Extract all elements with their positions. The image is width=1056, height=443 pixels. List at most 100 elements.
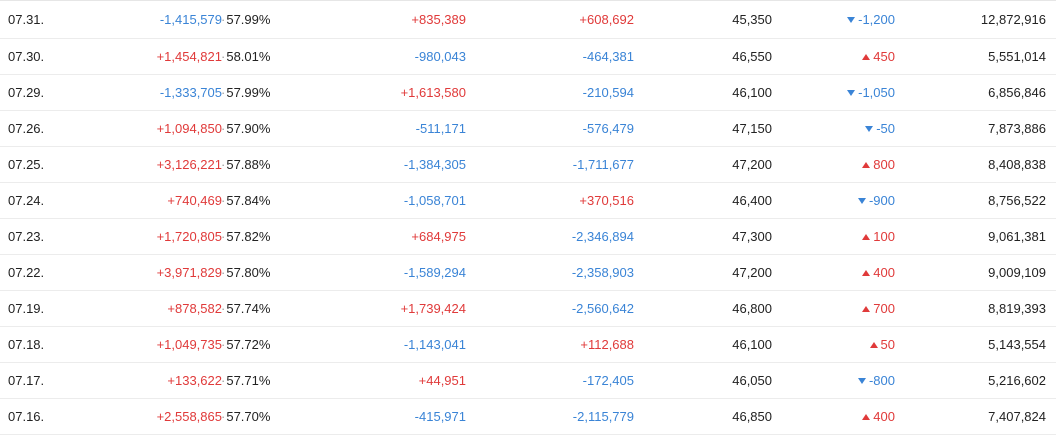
institution-net-cell: -511,171 — [415, 121, 466, 136]
foreign-ratio-value: 57.74% — [226, 301, 271, 316]
foreign-ratio-value: 57.90% — [226, 121, 271, 136]
price-change-cell: 450 — [862, 39, 895, 74]
institution-net-cell: -1,058,701 — [403, 193, 466, 208]
individual-net-cell: -210,594 — [582, 85, 634, 100]
date-cell: 07.25. — [8, 157, 45, 172]
close-price-cell: 47,150 — [732, 121, 772, 136]
foreign-ratio-value: 57.71% — [226, 373, 271, 388]
date-cell: 07.23. — [8, 229, 45, 244]
institution-net-cell: +1,739,424 — [400, 301, 466, 316]
table-row[interactable]: 07.23. +1,720,805 · 57.82% +684,975 -2,34… — [0, 219, 1056, 255]
table-row[interactable]: 07.29. -1,333,705 · 57.99% +1,613,580 -21… — [0, 75, 1056, 111]
separator-dot: · — [221, 12, 226, 27]
price-change-value: 700 — [873, 301, 895, 316]
foreign-net-cell: +1,454,821 — [156, 49, 222, 64]
foreign-net-cell: +1,049,735 — [156, 337, 222, 352]
table-row[interactable]: 07.24. +740,469 · 57.84% -1,058,701 +370,… — [0, 183, 1056, 219]
foreign-ratio-cell: · 57.99% — [220, 75, 270, 110]
separator-dot: · — [221, 49, 226, 64]
table-row[interactable]: 07.30. +1,454,821 · 58.01% -980,043 -464,… — [0, 39, 1056, 75]
separator-dot: · — [221, 373, 226, 388]
volume-cell: 6,856,846 — [988, 85, 1046, 100]
table-row[interactable]: 07.18. +1,049,735 · 57.72% -1,143,041 +11… — [0, 327, 1056, 363]
price-change-value: 450 — [873, 49, 895, 64]
price-change-value: -50 — [876, 121, 895, 136]
foreign-ratio-value: 58.01% — [226, 49, 271, 64]
price-change-value: 800 — [873, 157, 895, 172]
individual-net-cell: +112,688 — [580, 337, 634, 352]
date-cell: 07.22. — [8, 265, 45, 280]
institution-net-cell: -415,971 — [414, 409, 466, 424]
table-row[interactable]: 07.17. +133,622 · 57.71% +44,951 -172,405… — [0, 363, 1056, 399]
foreign-net-cell: +133,622 — [167, 373, 222, 388]
separator-dot: · — [221, 121, 226, 136]
price-change-value: 400 — [873, 265, 895, 280]
close-price-cell: 45,350 — [732, 12, 772, 27]
date-cell: 07.29. — [8, 85, 45, 100]
price-change-value: -800 — [868, 373, 895, 388]
price-change-cell: -900 — [857, 183, 895, 218]
price-change-value: -900 — [868, 193, 895, 208]
date-cell: 07.24. — [8, 193, 45, 208]
table-row[interactable]: 07.25. +3,126,221 · 57.88% -1,384,305 -1,… — [0, 147, 1056, 183]
price-change-value: 50 — [880, 337, 895, 352]
foreign-net-cell: +3,126,221 — [156, 157, 222, 172]
foreign-ratio-cell: · 57.82% — [220, 219, 270, 254]
separator-dot: · — [221, 337, 226, 352]
triangle-up-icon — [862, 53, 871, 60]
price-change-cell: 100 — [862, 219, 895, 254]
table-row[interactable]: 07.22. +3,971,829 · 57.80% -1,589,294 -2,… — [0, 255, 1056, 291]
price-change-value: -1,050 — [858, 85, 895, 100]
volume-cell: 7,407,824 — [988, 409, 1046, 424]
volume-cell: 5,143,554 — [988, 337, 1046, 352]
institution-net-cell: +1,613,580 — [400, 85, 466, 100]
volume-cell: 9,061,381 — [988, 229, 1046, 244]
price-change-cell: 700 — [862, 291, 895, 326]
foreign-net-cell: -1,415,579 — [159, 12, 222, 27]
individual-net-cell: -2,358,903 — [571, 265, 634, 280]
close-price-cell: 46,550 — [732, 49, 772, 64]
foreign-net-cell: +1,094,850 — [156, 121, 222, 136]
table-row[interactable]: 07.16. +2,558,865 · 57.70% -415,971 -2,11… — [0, 399, 1056, 435]
foreign-ratio-cell: · 57.74% — [220, 291, 270, 326]
table-row[interactable]: 07.26. +1,094,850 · 57.90% -511,171 -576,… — [0, 111, 1056, 147]
close-price-cell: 47,200 — [732, 157, 772, 172]
triangle-down-icon — [847, 89, 856, 96]
foreign-ratio-value: 57.70% — [226, 409, 271, 424]
price-change-cell: 400 — [862, 399, 895, 434]
close-price-cell: 46,100 — [732, 85, 772, 100]
price-change-value: 100 — [873, 229, 895, 244]
institution-net-cell: -1,589,294 — [403, 265, 466, 280]
price-change-cell: -50 — [865, 111, 895, 146]
price-change-cell: 400 — [862, 255, 895, 290]
separator-dot: · — [221, 193, 226, 208]
table-row[interactable]: 07.31. -1,415,579 · 57.99% +835,389 +608,… — [0, 1, 1056, 39]
trading-history-table: 07.31. -1,415,579 · 57.99% +835,389 +608,… — [0, 0, 1056, 435]
table-row[interactable]: 07.19. +878,582 · 57.74% +1,739,424 -2,56… — [0, 291, 1056, 327]
triangle-down-icon — [865, 125, 874, 132]
foreign-ratio-cell: · 57.80% — [220, 255, 270, 290]
separator-dot: · — [221, 157, 226, 172]
foreign-ratio-value: 57.72% — [226, 337, 271, 352]
close-price-cell: 46,400 — [732, 193, 772, 208]
foreign-ratio-cell: · 57.90% — [220, 111, 270, 146]
individual-net-cell: -1,711,677 — [572, 157, 634, 172]
foreign-ratio-value: 57.99% — [226, 12, 271, 27]
foreign-net-cell: +1,720,805 — [156, 229, 222, 244]
close-price-cell: 46,800 — [732, 301, 772, 316]
foreign-ratio-value: 57.84% — [226, 193, 271, 208]
price-change-cell: -800 — [857, 363, 895, 398]
triangle-up-icon — [862, 269, 871, 276]
close-price-cell: 46,100 — [732, 337, 772, 352]
foreign-ratio-value: 57.99% — [226, 85, 271, 100]
institution-net-cell: +44,951 — [418, 373, 466, 388]
individual-net-cell: -464,381 — [582, 49, 634, 64]
foreign-net-cell: +3,971,829 — [156, 265, 222, 280]
close-price-cell: 47,200 — [732, 265, 772, 280]
date-cell: 07.18. — [8, 337, 45, 352]
foreign-ratio-cell: · 57.88% — [220, 147, 270, 182]
triangle-up-icon — [862, 233, 871, 240]
individual-net-cell: +608,692 — [579, 12, 634, 27]
price-change-cell: -1,200 — [847, 1, 895, 38]
individual-net-cell: -172,405 — [582, 373, 634, 388]
